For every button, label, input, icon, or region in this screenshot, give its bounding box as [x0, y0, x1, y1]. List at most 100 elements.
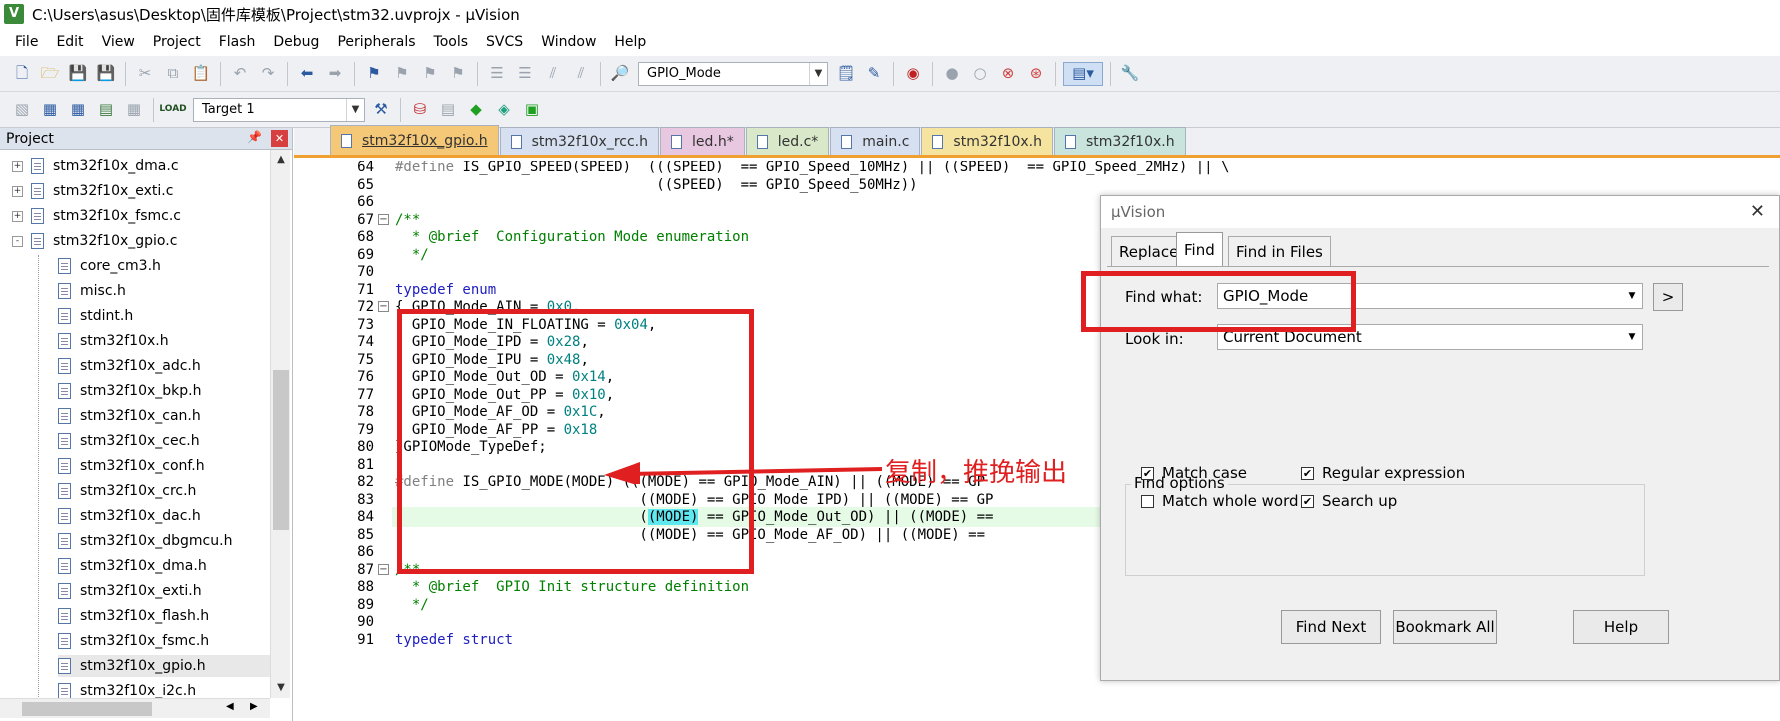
download-load-icon[interactable]: LOAD — [159, 98, 186, 122]
scroll-thumb[interactable] — [22, 702, 152, 716]
find-in-files-icon[interactable]: 🔎 — [608, 62, 632, 86]
tree-item[interactable]: misc.h — [58, 280, 126, 302]
collapse-icon[interactable]: - — [12, 235, 23, 247]
navigate-forward-icon[interactable]: ➡ — [323, 62, 347, 86]
tab-find[interactable]: Find — [1176, 232, 1223, 266]
new-file-icon[interactable]: 🗋 — [10, 62, 34, 86]
incremental-find-icon[interactable]: ✎ — [862, 62, 886, 86]
code-line[interactable]: */ — [395, 595, 429, 615]
tree-item[interactable]: stm32f10x_fsmc.h — [58, 630, 209, 652]
checkbox-search-up[interactable]: ✔ Search up — [1301, 492, 1397, 510]
scroll-thumb[interactable] — [273, 370, 289, 530]
tree-item[interactable]: stm32f10x_exti.h — [58, 580, 202, 602]
tree-item[interactable]: stm32f10x_bkp.h — [58, 380, 201, 402]
fold-collapse-icon[interactable]: − — [378, 213, 389, 225]
tree-item[interactable]: stm32f10x_crc.h — [58, 480, 196, 502]
enable-breakpoint-icon[interactable]: ○ — [968, 62, 992, 86]
tree-item[interactable]: + stm32f10x_dma.c — [12, 155, 179, 177]
undo-icon[interactable]: ↶ — [228, 62, 252, 86]
menu-item-window[interactable]: Window — [532, 28, 605, 56]
rebuild-icon[interactable]: ▦ — [66, 98, 90, 122]
bookmark-prev-icon[interactable]: ⚑ — [390, 62, 414, 86]
editor-tab[interactable]: led.h* — [660, 127, 745, 155]
checkbox-regular-expression[interactable]: ✔ Regular expression — [1301, 464, 1465, 482]
build-icon[interactable]: ▦ — [38, 98, 62, 122]
tree-item[interactable]: stdint.h — [58, 305, 133, 327]
find-next-button[interactable]: Find Next — [1281, 610, 1381, 644]
menu-item-debug[interactable]: Debug — [264, 28, 328, 56]
chevron-down-icon[interactable]: ▼ — [1624, 286, 1640, 306]
chevron-down-icon[interactable]: ▼ — [1624, 327, 1640, 347]
copy-icon[interactable]: ⧉ — [161, 62, 185, 86]
bookmark-toggle-icon[interactable]: ⚑ — [362, 62, 386, 86]
tree-item[interactable]: stm32f10x_dbgmcu.h — [58, 530, 232, 552]
expand-icon[interactable]: + — [12, 160, 23, 172]
tree-item[interactable]: stm32f10x_conf.h — [58, 455, 205, 477]
help-button[interactable]: Help — [1573, 610, 1669, 644]
expand-icon[interactable]: + — [12, 185, 23, 197]
stop-build-icon[interactable]: ▦ — [122, 98, 146, 122]
insert-breakpoint-icon[interactable]: ● — [940, 62, 964, 86]
configure-icon[interactable]: 🔧 — [1118, 62, 1142, 86]
editor-tab[interactable]: stm32f10x_rcc.h — [499, 127, 660, 155]
code-line[interactable]: * @brief Configuration Mode enumeration — [395, 227, 749, 247]
close-icon[interactable]: ✕ — [1750, 201, 1765, 222]
project-tree-vertical-scrollbar[interactable]: ▲ ▼ — [270, 150, 290, 698]
unindent-icon[interactable]: ☰ — [513, 62, 537, 86]
disable-breakpoints-icon[interactable]: ⊗ — [996, 62, 1020, 86]
close-icon[interactable]: ✕ — [271, 130, 288, 147]
tree-item[interactable]: stm32f10x_can.h — [58, 405, 201, 427]
target-options-icon[interactable]: ⚒ — [369, 98, 393, 122]
editor-tab[interactable]: stm32f10x_gpio.h — [330, 125, 499, 155]
code-line[interactable]: typedef struct — [395, 630, 513, 650]
tree-item[interactable]: stm32f10x_dma.h — [58, 555, 207, 577]
fold-collapse-icon[interactable]: − — [378, 301, 389, 312]
code-line[interactable]: */ — [395, 245, 429, 265]
checkbox-match-case[interactable]: ✔ Match case — [1141, 464, 1247, 482]
code-line[interactable]: ((SPEED) == GPIO_Speed_50MHz)) — [395, 175, 917, 195]
pin-icon[interactable]: 📌 — [247, 130, 262, 144]
save-all-icon[interactable]: 💾 — [94, 62, 118, 86]
tree-item[interactable]: stm32f10x_flash.h — [58, 605, 209, 627]
translate-icon[interactable]: ▧ — [10, 98, 34, 122]
bookmark-next-icon[interactable]: ⚑ — [418, 62, 442, 86]
select-software-packs-icon[interactable]: ◈ — [492, 98, 516, 122]
tab-find-in-files[interactable]: Find in Files — [1228, 236, 1331, 266]
navigate-back-icon[interactable]: ⬅ — [295, 62, 319, 86]
editor-tab[interactable]: main.c — [830, 127, 921, 155]
editor-tab[interactable]: stm32f10x.h — [1054, 127, 1186, 155]
tree-item[interactable]: + stm32f10x_fsmc.c — [12, 205, 181, 227]
indent-icon[interactable]: ☰ — [485, 62, 509, 86]
redo-icon[interactable]: ↷ — [256, 62, 280, 86]
find-combo[interactable]: GPIO_Mode ▼ — [638, 61, 828, 86]
checked-icon[interactable]: ✔ — [1141, 466, 1154, 480]
tree-item[interactable]: stm32f10x_dac.h — [58, 505, 201, 527]
save-icon[interactable]: 💾 — [66, 62, 90, 86]
bookmark-all-button[interactable]: Bookmark All — [1393, 610, 1497, 644]
menu-item-peripherals[interactable]: Peripherals — [328, 28, 424, 56]
menu-item-edit[interactable]: Edit — [47, 28, 92, 56]
code-line[interactable]: * @brief GPIO Init structure definition — [395, 577, 749, 597]
menu-item-project[interactable]: Project — [144, 28, 210, 56]
find-icon[interactable]: 🗒 — [834, 62, 858, 86]
tree-item[interactable]: stm32f10x_gpio.h — [58, 655, 270, 677]
menu-item-help[interactable]: Help — [605, 28, 655, 56]
menu-item-view[interactable]: View — [93, 28, 144, 56]
more-options-button[interactable]: > — [1653, 283, 1683, 311]
tree-item[interactable]: stm32f10x.h — [58, 330, 169, 352]
manage-project-items-icon[interactable]: ▤ — [436, 98, 460, 122]
tree-item[interactable]: stm32f10x_adc.h — [58, 355, 201, 377]
comment-icon[interactable]: ⫽ — [541, 62, 565, 86]
checked-icon[interactable]: ✔ — [1301, 466, 1314, 480]
editor-tab[interactable]: led.c* — [745, 127, 830, 155]
scroll-right-icon[interactable]: ▶ — [250, 701, 258, 712]
target-combo[interactable]: Target 1 ▼ — [193, 97, 365, 122]
tree-item[interactable]: stm32f10x_i2c.h — [58, 680, 196, 698]
window-layout-icon[interactable]: ▤▾ — [1063, 61, 1103, 86]
menu-item-flash[interactable]: Flash — [210, 28, 265, 56]
kill-breakpoints-icon[interactable]: ⊛ — [1024, 62, 1048, 86]
chevron-down-icon[interactable]: ▼ — [346, 98, 364, 121]
tree-item[interactable]: + stm32f10x_exti.c — [12, 180, 173, 202]
menu-item-file[interactable]: File — [6, 28, 47, 56]
bookmark-clear-icon[interactable]: ⚑ — [446, 62, 470, 86]
